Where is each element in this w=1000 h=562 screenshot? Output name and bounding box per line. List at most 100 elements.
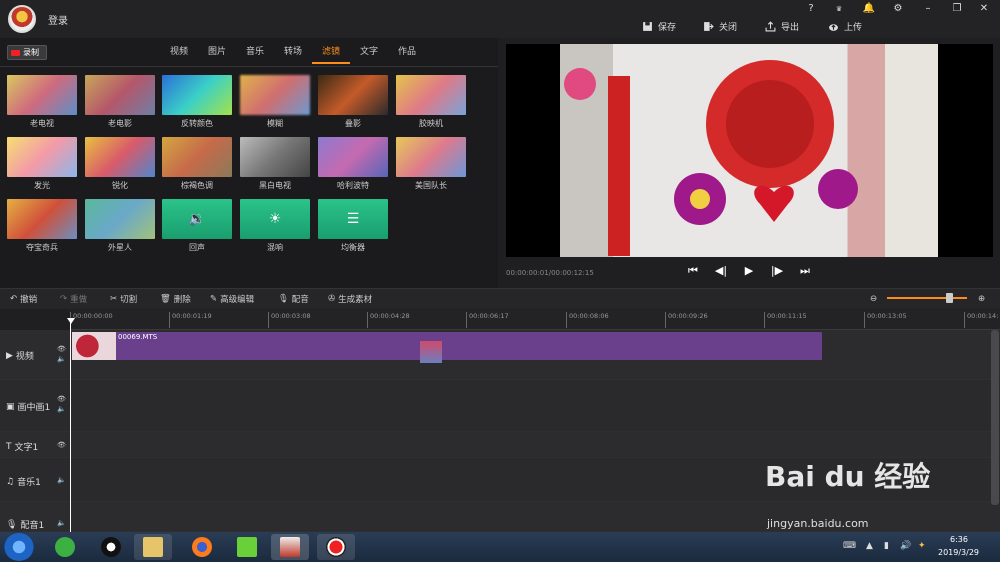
record-circle-icon bbox=[326, 537, 346, 557]
redo-button[interactable]: ↷ 重做 bbox=[60, 292, 87, 306]
video-clip-thumbnail bbox=[72, 332, 116, 360]
eye-icon[interactable]: 👁 bbox=[57, 395, 66, 403]
undo-button[interactable]: ↶ 撤销 bbox=[10, 292, 37, 306]
eye-icon[interactable]: 👁 bbox=[57, 441, 66, 449]
tray-arrow-icon[interactable]: ▲ bbox=[866, 541, 873, 551]
tab-image[interactable]: 图片 bbox=[198, 40, 236, 64]
zoom-slider-track[interactable] bbox=[887, 297, 967, 299]
playhead-handle[interactable] bbox=[67, 318, 75, 324]
zoom-out-icon[interactable]: ⊖ bbox=[870, 292, 877, 306]
speaker-icon[interactable]: 🔈 bbox=[57, 476, 66, 484]
text-track-controls: 👁 bbox=[57, 440, 66, 450]
zoom-in-icon[interactable]: ⊕ bbox=[978, 292, 985, 306]
upload-button[interactable]: 上传 bbox=[828, 18, 862, 34]
bell-icon[interactable]: 🔔 bbox=[861, 2, 877, 16]
timeline-scrollbar[interactable] bbox=[991, 330, 999, 505]
filter-thumb-sharpen[interactable] bbox=[85, 137, 155, 177]
speaker-icon[interactable]: 🔈 bbox=[57, 405, 66, 413]
record-button[interactable]: 录制 bbox=[7, 45, 47, 60]
skip-end-icon[interactable]: ⏭ bbox=[798, 264, 812, 278]
prev-frame-icon[interactable]: ◀| bbox=[714, 264, 728, 278]
generate-button[interactable]: ✇ 生成素材 bbox=[328, 292, 372, 306]
network-icon[interactable]: ✦ bbox=[918, 541, 926, 551]
restore-icon[interactable]: ❐ bbox=[949, 2, 965, 16]
preview-frame bbox=[560, 44, 938, 257]
tab-music[interactable]: 音乐 bbox=[236, 40, 274, 64]
filter-thumb-captain-america[interactable] bbox=[396, 137, 466, 177]
close-window-icon[interactable]: ✕ bbox=[976, 2, 992, 16]
minimize-icon[interactable]: – bbox=[920, 2, 936, 16]
eye-icon[interactable]: 👁 bbox=[57, 345, 66, 353]
filter-label: 均衡器 bbox=[341, 243, 365, 252]
taskbar-app-recorder[interactable] bbox=[317, 534, 355, 560]
start-button[interactable] bbox=[4, 533, 34, 561]
video-clip[interactable] bbox=[72, 332, 822, 360]
ruler-tick: 00:00:13:05 bbox=[864, 312, 907, 328]
speaker-mute-icon[interactable]: 🔈 bbox=[57, 355, 66, 363]
redo-icon: ↷ bbox=[60, 294, 68, 304]
playhead-line[interactable] bbox=[70, 318, 71, 532]
filter-thumb-projector[interactable] bbox=[396, 75, 466, 115]
export-icon bbox=[765, 20, 776, 31]
volume-icon[interactable]: 🔊 bbox=[900, 541, 911, 551]
keyboard-icon[interactable]: ⌨ bbox=[843, 541, 856, 551]
clock-date[interactable]: 2019/3/29 bbox=[938, 548, 979, 557]
dub-button[interactable]: 🎙 配音 bbox=[278, 292, 309, 306]
edit-toolbar bbox=[0, 288, 1000, 309]
filter-thumb-glow[interactable] bbox=[7, 137, 77, 177]
help-button[interactable]: ? bbox=[803, 2, 819, 16]
taskbar-app-editor[interactable] bbox=[271, 534, 309, 560]
tab-video[interactable]: 视频 bbox=[160, 40, 198, 64]
device-icon[interactable]: ▮ bbox=[884, 541, 889, 551]
filter-thumb-old-tv[interactable] bbox=[7, 75, 77, 115]
play-icon[interactable]: ▶ bbox=[742, 264, 756, 278]
taskbar-app-explorer[interactable] bbox=[134, 534, 172, 560]
ruler-tick: 00:00:03:08 bbox=[268, 312, 311, 328]
tab-transition[interactable]: 转场 bbox=[274, 40, 312, 64]
gear-icon[interactable]: ⚙ bbox=[890, 2, 906, 16]
filter-thumb-equalizer[interactable]: ☰ bbox=[318, 199, 388, 239]
pip-track[interactable] bbox=[0, 380, 1000, 432]
drag-clip-thumbnail[interactable] bbox=[420, 341, 442, 363]
filter-thumb-blur[interactable] bbox=[240, 75, 310, 115]
filter-thumb-invert[interactable] bbox=[162, 75, 232, 115]
export-button[interactable]: 导出 bbox=[765, 18, 799, 34]
music-track-controls: 🔈 bbox=[57, 475, 66, 485]
close-project-button[interactable]: 关闭 bbox=[703, 18, 737, 34]
delete-button[interactable]: 🗑 删除 bbox=[160, 292, 191, 306]
login-link[interactable]: 登录 bbox=[48, 12, 68, 27]
speaker-icon[interactable]: 🔈 bbox=[57, 519, 66, 527]
filter-label: 美国队长 bbox=[415, 181, 447, 190]
tab-works[interactable]: 作品 bbox=[388, 40, 426, 64]
save-button[interactable]: 保存 bbox=[642, 18, 676, 34]
tab-filter[interactable]: 滤镜 bbox=[312, 40, 350, 64]
filter-thumb-alien[interactable] bbox=[85, 199, 155, 239]
taskbar-app-firefox[interactable] bbox=[183, 534, 221, 560]
taskbar-app-qq[interactable] bbox=[92, 534, 130, 560]
advanced-edit-button[interactable]: ✎ 高级编辑 bbox=[210, 292, 254, 306]
filter-thumb-sepia[interactable] bbox=[162, 137, 232, 177]
taskbar-app-media[interactable] bbox=[228, 534, 266, 560]
clock-time[interactable]: 6:36 bbox=[950, 535, 968, 544]
filter-thumb-echo[interactable]: 🔉 bbox=[162, 199, 232, 239]
tab-text[interactable]: 文字 bbox=[350, 40, 388, 64]
filter-thumb-indiana-jones[interactable] bbox=[7, 199, 77, 239]
ruler-tick: 00:00:00:00 bbox=[70, 312, 113, 328]
filter-thumb-bw-tv[interactable] bbox=[240, 137, 310, 177]
filter-thumb-double-exposure[interactable] bbox=[318, 75, 388, 115]
filter-thumb-reverb[interactable]: ☀ bbox=[240, 199, 310, 239]
cut-button[interactable]: ✂ 切割 bbox=[110, 292, 137, 306]
filter-thumb-harry-potter[interactable] bbox=[318, 137, 388, 177]
redo-label: 重做 bbox=[70, 295, 88, 305]
ruler-tick: 00:00:04:28 bbox=[367, 312, 410, 328]
taskbar-app-360[interactable] bbox=[46, 534, 84, 560]
next-frame-icon[interactable]: |▶ bbox=[770, 264, 784, 278]
skip-start-icon[interactable]: ⏮ bbox=[686, 264, 700, 278]
user-avatar[interactable] bbox=[8, 5, 36, 33]
play-triangle-icon bbox=[237, 537, 257, 557]
track-label-text: T 文字1 bbox=[6, 440, 38, 454]
dub-label: 配音 bbox=[291, 295, 309, 305]
vip-crown-icon[interactable]: ♛ bbox=[831, 2, 847, 16]
zoom-slider-handle[interactable] bbox=[946, 293, 953, 303]
filter-thumb-old-film[interactable] bbox=[85, 75, 155, 115]
